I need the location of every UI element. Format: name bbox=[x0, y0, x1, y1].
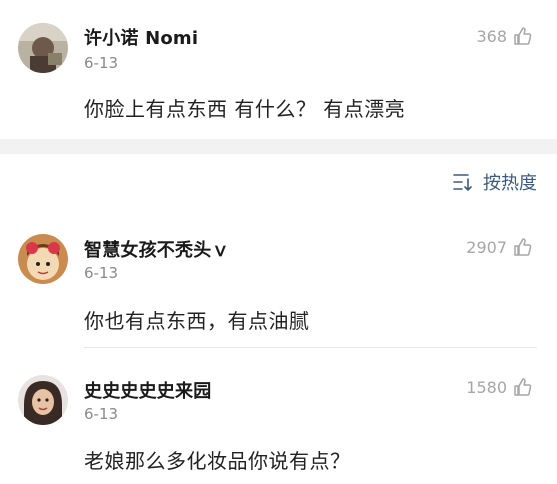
avatar-image bbox=[18, 375, 68, 425]
like-count: 1580 bbox=[466, 377, 507, 397]
comment-item: 许小诺 Nomi 6-13 你脸上有点东西 有什么？ 有点漂亮 368 bbox=[0, 0, 557, 139]
avatar[interactable] bbox=[18, 234, 68, 284]
comment-date: 6-13 bbox=[84, 405, 119, 423]
comment-date: 6-13 bbox=[84, 264, 119, 282]
avatar[interactable] bbox=[18, 23, 68, 73]
like-button[interactable]: 2907 bbox=[466, 235, 533, 259]
comment-feed: 许小诺 Nomi 6-13 你脸上有点东西 有什么？ 有点漂亮 368 按热度 bbox=[0, 0, 557, 484]
avatar-image bbox=[18, 234, 68, 284]
thumbs-up-icon bbox=[514, 27, 532, 45]
username[interactable]: 智慧女孩不秃头ｖ bbox=[84, 236, 230, 262]
section-separator bbox=[0, 139, 557, 154]
like-count: 2907 bbox=[466, 237, 507, 257]
sort-by-hot-button[interactable]: 按热度 bbox=[453, 170, 537, 194]
sort-lines-icon bbox=[453, 174, 472, 191]
username[interactable]: 许小诺 Nomi bbox=[84, 24, 198, 50]
thumbs-up-icon bbox=[514, 378, 532, 396]
comment-text: 老娘那么多化妆品你说有点？ bbox=[84, 449, 351, 473]
comment-text: 你脸上有点东西 有什么？ 有点漂亮 bbox=[84, 97, 406, 121]
avatar-image bbox=[18, 23, 68, 73]
like-button[interactable]: 1580 bbox=[466, 375, 533, 399]
comment-date: 6-13 bbox=[84, 54, 119, 72]
like-count: 368 bbox=[476, 26, 507, 46]
thumbs-up-icon bbox=[514, 238, 532, 256]
like-button[interactable]: 368 bbox=[476, 24, 533, 48]
sort-label: 按热度 bbox=[483, 173, 537, 194]
username[interactable]: 史史史史史来园 bbox=[84, 377, 211, 403]
avatar[interactable] bbox=[18, 375, 68, 425]
comment-text: 你也有点东西，有点油腻 bbox=[84, 309, 310, 333]
comment-divider bbox=[84, 347, 537, 348]
